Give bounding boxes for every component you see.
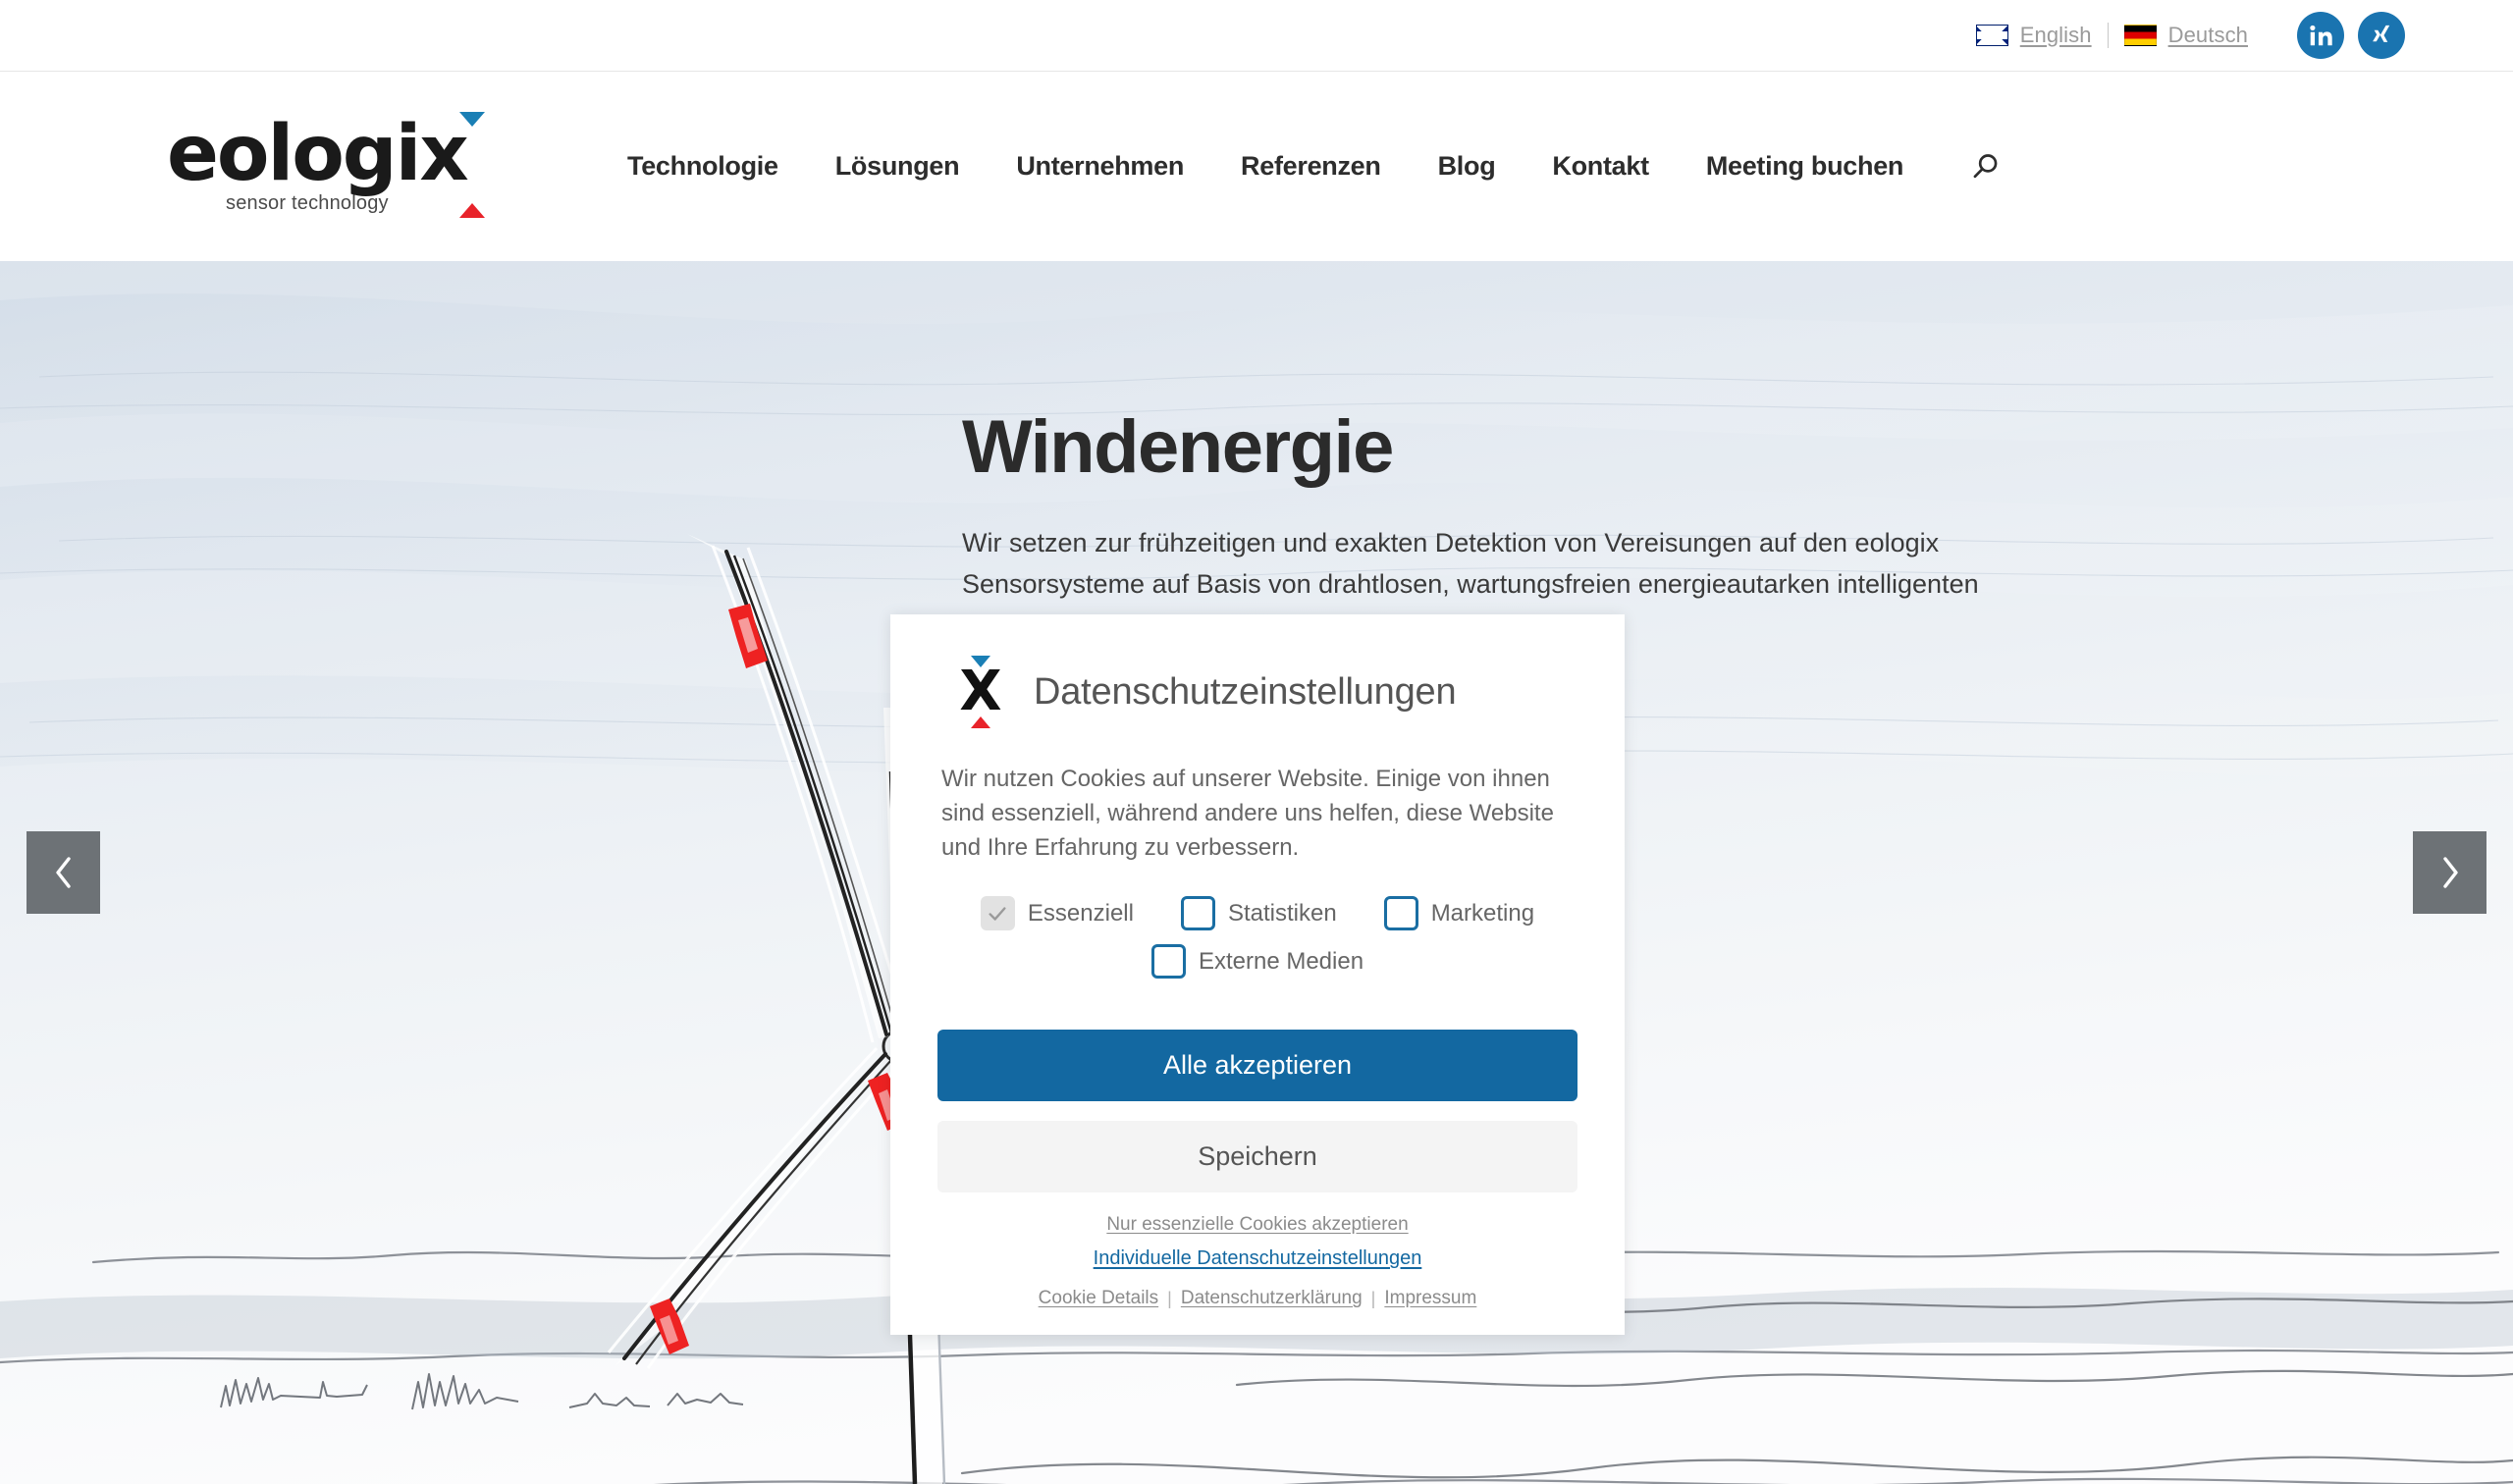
language-link-english[interactable]: English [2020, 23, 2092, 48]
checkbox-externe-medien[interactable] [1150, 944, 1186, 980]
cookie-option-label-externe-medien: Externe Medien [1198, 947, 1364, 975]
language-switcher: English Deutsch [1975, 23, 2248, 48]
individual-settings-row: Individuelle Datenschutzeinstellungen [937, 1247, 1577, 1270]
cookie-dialog-title: Datenschutzeinstellungen [1034, 670, 1457, 713]
legal-separator-2: | [1370, 1288, 1376, 1308]
save-button[interactable]: Speichern [937, 1121, 1577, 1193]
chevron-right-icon [2437, 853, 2463, 892]
search-icon[interactable] [1969, 150, 2003, 184]
linkedin-icon[interactable] [2297, 12, 2344, 59]
xing-icon[interactable] [2358, 12, 2405, 59]
cookie-option-label-essenziell: Essenziell [1027, 899, 1134, 927]
cookie-dialog-header: X Datenschutzeinstellungen [937, 656, 1577, 728]
nav-item-meeting-buchen[interactable]: Meeting buchen [1678, 151, 1932, 182]
hero-title: Windenergie [962, 405, 1394, 489]
checkbox-statistiken[interactable] [1180, 896, 1215, 931]
accept-all-button[interactable]: Alle akzeptieren [937, 1030, 1577, 1102]
imprint-link[interactable]: Impressum [1384, 1288, 1476, 1309]
language-option-english[interactable]: English [1975, 23, 2092, 48]
mark-triangle-down-icon [971, 656, 990, 667]
chevron-left-icon [51, 853, 77, 892]
carousel-next-button[interactable] [2413, 831, 2486, 914]
carousel-prev-button[interactable] [27, 831, 100, 914]
cookie-option-label-statistiken: Statistiken [1227, 899, 1337, 927]
uk-flag-icon [1975, 25, 2008, 46]
eologix-x-mark-icon: X [957, 656, 1002, 728]
checkbox-marketing[interactable] [1383, 896, 1418, 931]
de-flag-icon [2123, 25, 2157, 46]
individual-privacy-settings-link[interactable]: Individuelle Datenschutzeinstellungen [1094, 1247, 1422, 1269]
cookie-option-marketing[interactable]: Marketing [1383, 896, 1535, 931]
language-link-deutsch[interactable]: Deutsch [2168, 23, 2248, 48]
cookie-option-statistiken[interactable]: Statistiken [1180, 896, 1337, 931]
cookie-option-label-marketing: Marketing [1430, 899, 1535, 927]
logo-triangle-up-icon [459, 203, 485, 219]
site-logo[interactable]: eologix sensor technology [167, 109, 491, 219]
nav-item-unternehmen[interactable]: Unternehmen [988, 151, 1212, 182]
mark-letter-x: X [959, 660, 1001, 723]
mark-triangle-up-icon [971, 716, 990, 728]
language-divider [2107, 23, 2109, 48]
cookie-dialog-description: Wir nutzen Cookies auf unserer Website. … [941, 766, 1554, 862]
cookie-category-options: Essenziell Statistiken Marketing Externe… [937, 896, 1577, 992]
logo-wordmark: eologix [167, 109, 469, 198]
nav-item-technologie[interactable]: Technologie [599, 151, 807, 182]
checkbox-essenziell [980, 896, 1015, 931]
logo-triangle-down-icon [459, 111, 485, 127]
cookie-details-link[interactable]: Cookie Details [1039, 1288, 1159, 1309]
nav-item-kontakt[interactable]: Kontakt [1524, 151, 1677, 182]
cookie-consent-dialog: X Datenschutzeinstellungen Wir nutzen Co… [890, 614, 1625, 1336]
nav-item-blog[interactable]: Blog [1410, 151, 1524, 182]
top-utility-bar: English Deutsch [0, 0, 2513, 72]
accept-essential-only-link[interactable]: Nur essenzielle Cookies akzeptieren [1106, 1214, 1408, 1235]
privacy-policy-link[interactable]: Datenschutzerklärung [1181, 1288, 1363, 1309]
cookie-option-essenziell[interactable]: Essenziell [980, 896, 1134, 931]
language-option-deutsch[interactable]: Deutsch [2123, 23, 2248, 48]
hero-slider: Windenergie Wir setzen zur frühzeitigen … [0, 261, 2513, 1484]
main-navigation: Technologie Lösungen Unternehmen Referen… [491, 150, 2405, 184]
nav-item-loesungen[interactable]: Lösungen [807, 151, 989, 182]
legal-separator-1: | [1167, 1288, 1172, 1308]
nav-item-referenzen[interactable]: Referenzen [1212, 151, 1410, 182]
social-links [2297, 12, 2405, 59]
legal-links-row: Cookie Details | Datenschutzerklärung | … [937, 1288, 1577, 1309]
essential-only-row: Nur essenzielle Cookies akzeptieren [937, 1214, 1577, 1236]
cookie-option-externe-medien[interactable]: Externe Medien [1150, 944, 1364, 980]
site-header: eologix sensor technology Technologie Lö… [0, 72, 2513, 261]
